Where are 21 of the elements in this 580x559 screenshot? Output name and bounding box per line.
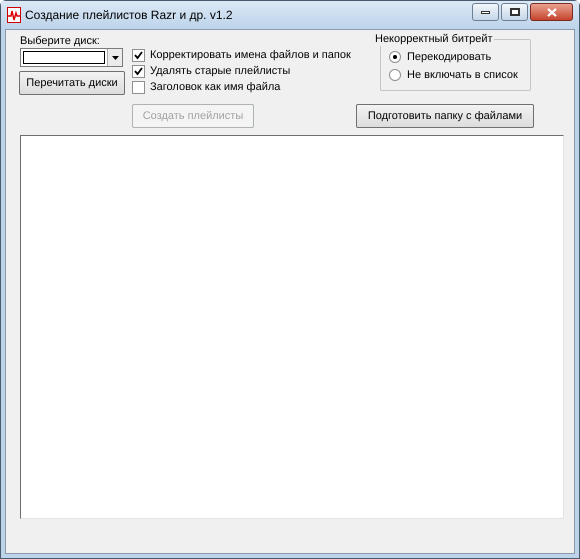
drive-label: Выберите диск: bbox=[20, 34, 101, 48]
close-icon bbox=[546, 8, 556, 16]
radio-button[interactable] bbox=[389, 51, 401, 63]
checkbox[interactable] bbox=[132, 64, 145, 78]
checkbox[interactable] bbox=[132, 80, 145, 94]
radio-label: Не включать в список bbox=[407, 68, 518, 83]
checkbox-label: Заголовок как имя файла bbox=[150, 80, 280, 95]
radio-label: Перекодировать bbox=[407, 50, 492, 65]
close-button[interactable] bbox=[530, 3, 573, 21]
radio-button[interactable] bbox=[389, 69, 401, 81]
minimize-button[interactable] bbox=[472, 3, 499, 21]
window-title: Создание плейлистов Razr и др. v1.2 bbox=[25, 7, 233, 24]
group-title: Некорректный битрейт bbox=[375, 32, 494, 46]
prepare-folder-button[interactable]: Подготовить папку с файлами bbox=[356, 104, 534, 128]
drive-dropdown[interactable] bbox=[20, 48, 123, 67]
app-icon bbox=[7, 7, 21, 23]
checkbox-label: Удалять старые плейлисты bbox=[150, 64, 290, 79]
reread-drives-button[interactable]: Перечитать диски bbox=[19, 71, 125, 95]
checkbox-label: Корректировать имена файлов и папок bbox=[150, 48, 351, 63]
maximize-button[interactable] bbox=[501, 3, 528, 21]
checkbox[interactable] bbox=[132, 48, 145, 62]
